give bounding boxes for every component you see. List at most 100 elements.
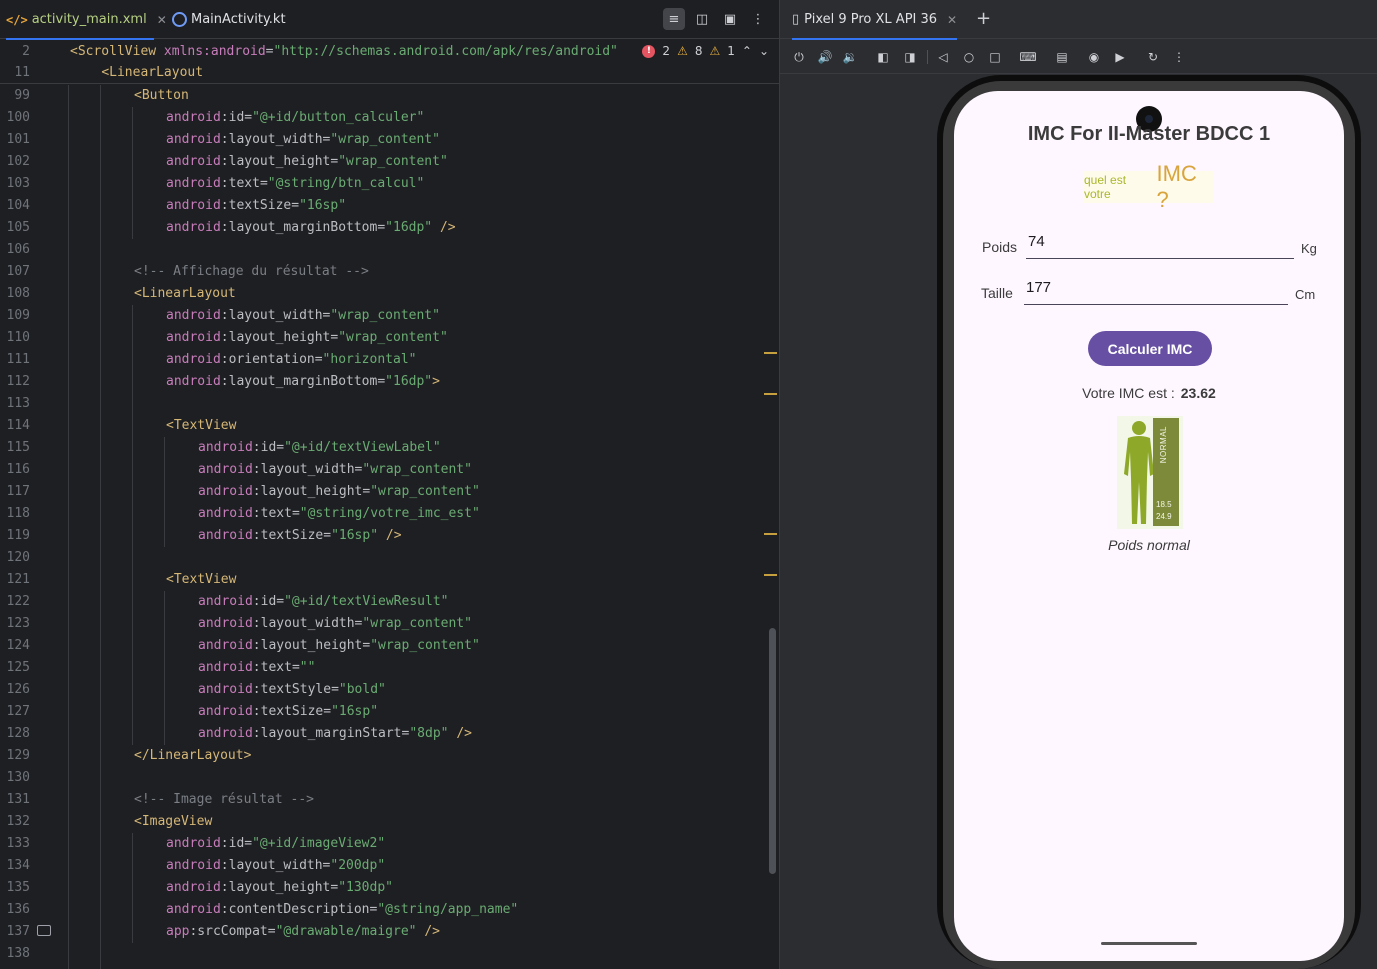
code-line[interactable]: 133 android:id="@+id/imageView2" <box>0 833 779 855</box>
code-line[interactable]: 138 <box>0 943 779 965</box>
line-code: android:layout_marginStart="8dp" /> <box>198 726 472 741</box>
volume-up-icon[interactable]: 🔊 <box>816 48 834 66</box>
design-view-icon[interactable]: ▣ <box>719 8 741 30</box>
code-line[interactable]: 123 android:layout_width="wrap_content" <box>0 613 779 635</box>
code-line[interactable]: 115 android:id="@+id/textViewLabel" <box>0 437 779 459</box>
code-line[interactable]: 122 android:id="@+id/textViewResult" <box>0 591 779 613</box>
tab-main-activity[interactable]: MainActivity.kt <box>172 0 292 39</box>
code-line[interactable]: 127 android:textSize="16sp" <box>0 701 779 723</box>
rotate-left-icon[interactable]: ◧ <box>874 48 892 66</box>
code-line[interactable]: 111 android:orientation="horizontal" <box>0 349 779 371</box>
warning-marker[interactable] <box>764 574 777 576</box>
line-number: 130 <box>6 770 30 785</box>
split-view-icon[interactable]: ◫ <box>691 8 713 30</box>
code-line[interactable]: 106 <box>0 239 779 261</box>
line-number: 107 <box>6 264 30 279</box>
line-number: 136 <box>6 902 30 917</box>
code-line[interactable]: 105 android:layout_marginBottom="16dp" /> <box>0 217 779 239</box>
chevron-up-icon[interactable]: ⌃ <box>742 44 752 58</box>
tab-activity-main[interactable]: </> activity_main.xml ✕ <box>6 0 167 40</box>
code-line[interactable]: 125 android:text="" <box>0 657 779 679</box>
code-line[interactable]: 135 android:layout_height="130dp" <box>0 877 779 899</box>
code-line[interactable]: 99 <Button <box>0 85 779 107</box>
editor-scrollbar[interactable] <box>769 628 776 874</box>
code-view-icon[interactable]: ≡ <box>663 8 685 30</box>
more-options-icon[interactable]: ⋮ <box>747 8 769 30</box>
warning-marker[interactable] <box>764 533 777 535</box>
running-devices-panel: ▯ Pixel 9 Pro XL API 36 ✕ + ⏻ 🔊 🔉 ◧ ◨ ◁ … <box>779 0 1377 969</box>
code-line[interactable]: 110 android:layout_height="wrap_content" <box>0 327 779 349</box>
line-number: 104 <box>6 198 30 213</box>
line-number: 129 <box>6 748 30 763</box>
code-line[interactable]: 130 <box>0 767 779 789</box>
height-field[interactable] <box>1024 279 1288 305</box>
home-icon[interactable]: ○ <box>960 48 978 66</box>
line-number: 112 <box>6 374 30 389</box>
volume-down-icon[interactable]: 🔉 <box>841 48 859 66</box>
code-line[interactable]: 126 android:textStyle="bold" <box>0 679 779 701</box>
code-line[interactable]: 114 <TextView <box>0 415 779 437</box>
snapshot-icon[interactable]: ▤ <box>1053 48 1071 66</box>
code-line[interactable]: 129 </LinearLayout> <box>0 745 779 767</box>
weight-field[interactable] <box>1026 233 1294 259</box>
code-line[interactable]: 117 android:layout_height="wrap_content" <box>0 481 779 503</box>
height-input[interactable] <box>1024 279 1288 296</box>
code-line[interactable]: 124 android:layout_height="wrap_content" <box>0 635 779 657</box>
code-line[interactable]: 134 android:layout_width="200dp" <box>0 855 779 877</box>
code-line[interactable]: 112 android:layout_marginBottom="16dp"> <box>0 371 779 393</box>
rotate-right-icon[interactable]: ◨ <box>901 48 919 66</box>
keyboard-icon[interactable]: ⌨ <box>1019 48 1037 66</box>
calculate-button[interactable]: Calculer IMC <box>1088 331 1212 366</box>
line-code: <ImageView <box>134 814 213 829</box>
code-line[interactable]: 132 <ImageView <box>0 811 779 833</box>
code-line[interactable]: 107 <!-- Affichage du résultat --> <box>0 261 779 283</box>
add-device-icon[interactable]: + <box>976 8 991 29</box>
code-line[interactable]: 131 <!-- Image résultat --> <box>0 789 779 811</box>
warning-marker[interactable] <box>764 352 777 354</box>
image-preview-icon[interactable] <box>37 925 51 936</box>
line-number: 101 <box>6 132 30 147</box>
line-number: 111 <box>6 352 30 367</box>
close-icon[interactable]: ✕ <box>157 13 167 27</box>
code-lines[interactable]: 99 <Button 100 android:id="@+id/button_calc… <box>0 85 779 969</box>
warning-marker[interactable] <box>764 393 777 395</box>
code-line[interactable]: 137 app:srcCompat="@drawable/maigre" /> <box>0 921 779 943</box>
device-screen[interactable]: IMC For II-Master BDCC 1 quel est votre … <box>954 91 1344 961</box>
code-line[interactable]: 120 <box>0 547 779 569</box>
code-line[interactable]: 113 <box>0 393 779 415</box>
camera-icon[interactable]: ◉ <box>1085 48 1103 66</box>
more-options-icon[interactable]: ⋮ <box>1170 48 1188 66</box>
imc-logo: quel est votre IMC ? <box>1084 161 1214 212</box>
sticky-line[interactable]: 11 <LinearLayout <box>0 62 779 84</box>
tab-device[interactable]: ▯ Pixel 9 Pro XL API 36 ✕ <box>792 0 958 40</box>
line-code: <ScrollView xmlns:android="http://schema… <box>70 44 618 59</box>
code-line[interactable]: 108 <LinearLayout <box>0 283 779 305</box>
screen-record-icon[interactable]: ▶ <box>1111 48 1129 66</box>
inspection-widget[interactable]: ! 2 ⚠ 8 ⚠ 1 ⌃ ⌄ <box>642 44 769 58</box>
reset-icon[interactable]: ↻ <box>1144 48 1162 66</box>
code-line[interactable]: 102 android:layout_height="wrap_content" <box>0 151 779 173</box>
code-line[interactable]: 119 android:textSize="16sp" /> <box>0 525 779 547</box>
ide-window: </> activity_main.xml ✕ MainActivity.kt … <box>0 0 1377 969</box>
weight-input[interactable] <box>1026 233 1294 250</box>
code-line[interactable]: 103 android:text="@string/btn_calcul" <box>0 173 779 195</box>
line-number: 11 <box>14 65 30 80</box>
line-number: 133 <box>6 836 30 851</box>
chevron-down-icon[interactable]: ⌄ <box>759 44 769 58</box>
back-icon[interactable]: ◁ <box>934 48 952 66</box>
gesture-bar[interactable] <box>1101 942 1197 945</box>
code-line[interactable]: 128 android:layout_marginStart="8dp" /> <box>0 723 779 745</box>
code-line[interactable]: 136 android:contentDescription="@string/a… <box>0 899 779 921</box>
line-code: <!-- Affichage du résultat --> <box>134 264 369 279</box>
code-line[interactable]: 109 android:layout_width="wrap_content" <box>0 305 779 327</box>
code-line[interactable]: 100 android:id="@+id/button_calculer" <box>0 107 779 129</box>
code-line[interactable]: 118 android:text="@string/votre_imc_est" <box>0 503 779 525</box>
code-line[interactable]: 116 android:layout_width="wrap_content" <box>0 459 779 481</box>
power-icon[interactable]: ⏻ <box>790 48 808 66</box>
code-line[interactable]: 104 android:textSize="16sp" <box>0 195 779 217</box>
code-line[interactable]: 121 <TextView <box>0 569 779 591</box>
overview-icon[interactable]: □ <box>986 48 1004 66</box>
close-icon[interactable]: ✕ <box>947 13 957 27</box>
line-code: android:text="" <box>198 660 316 675</box>
code-line[interactable]: 101 android:layout_width="wrap_content" <box>0 129 779 151</box>
